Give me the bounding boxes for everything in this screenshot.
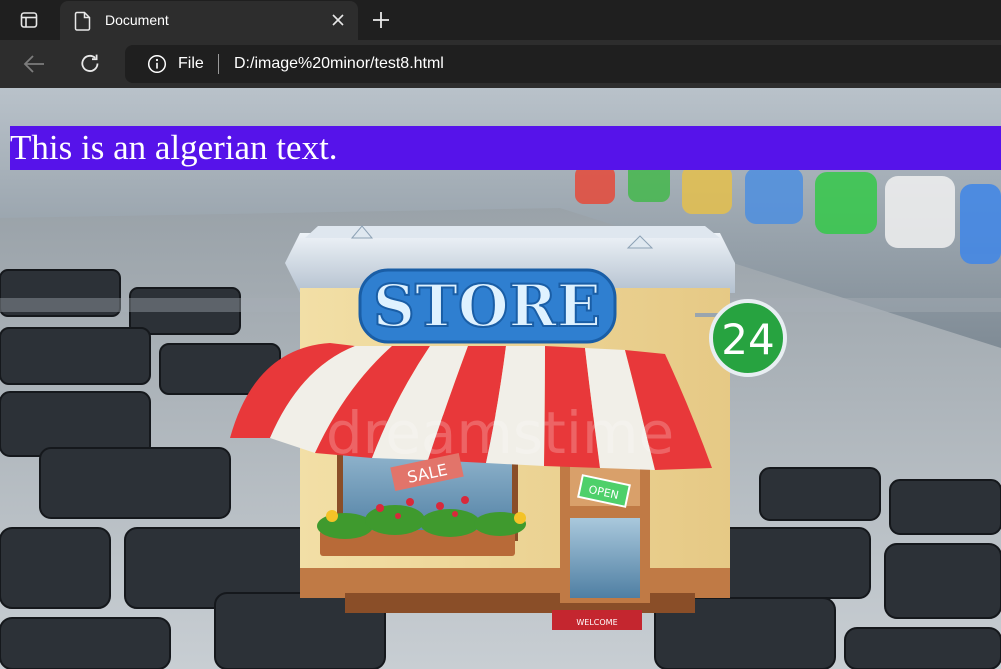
background-photo: STORE 24 SALE OPEN WELCOME dreamstime [0, 88, 1001, 669]
algerian-heading: This is an algerian text. [10, 126, 1001, 170]
tab-document[interactable]: Document [60, 1, 358, 40]
new-tab-button[interactable] [368, 7, 394, 33]
address-separator [217, 54, 219, 74]
page-viewport: STORE 24 SALE OPEN WELCOME dreamstime Th… [0, 88, 1001, 669]
info-icon [147, 54, 167, 74]
tab-actions-icon [20, 12, 38, 28]
store-sign-text: STORE [373, 272, 601, 340]
tab-actions-button[interactable] [10, 6, 48, 34]
site-info-button[interactable]: File [147, 54, 219, 74]
tab-title: Document [105, 12, 169, 28]
watermark-text: dreamstime [326, 399, 674, 467]
url-text[interactable]: D:/image%20minor/test8.html [234, 55, 444, 73]
close-icon [332, 14, 344, 26]
address-bar[interactable]: File D:/image%20minor/test8.html [125, 45, 1001, 83]
tab-close-button[interactable] [328, 10, 348, 30]
reload-icon [81, 54, 99, 72]
scheme-label: File [178, 55, 204, 72]
tab-strip: Document [0, 0, 1001, 40]
welcome-mat-text: WELCOME [576, 618, 617, 627]
arrow-left-icon [23, 55, 44, 73]
back-button[interactable] [20, 52, 48, 76]
plus-icon [373, 12, 389, 28]
reload-button[interactable] [76, 51, 104, 77]
badge-text: 24 [721, 315, 774, 364]
toolbar: File D:/image%20minor/test8.html [0, 40, 1001, 88]
document-icon [74, 11, 91, 31]
browser-window: Document File D:/image%20minor/test8.htm… [0, 0, 1001, 669]
